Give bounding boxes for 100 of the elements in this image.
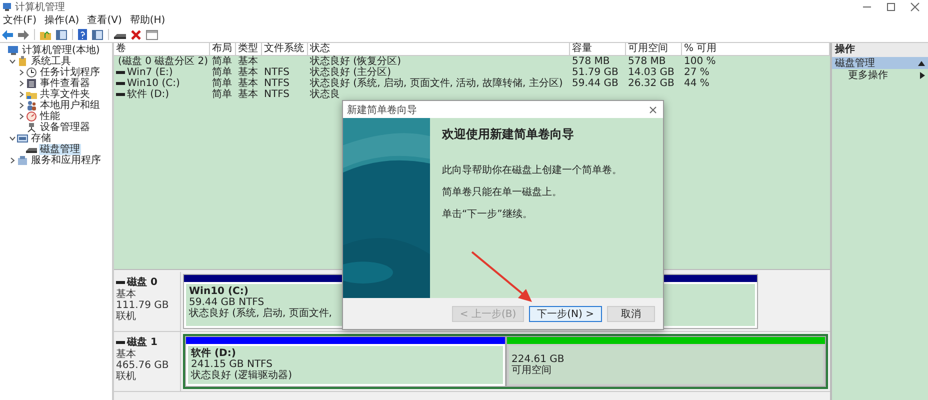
help-icon[interactable] <box>78 29 87 40</box>
table-cell: 软件 (D:) <box>127 89 170 100</box>
table-cell-text: 状态良好 (系统, 启动, 页面文件, 活动, 故障转储, 主分区) <box>309 78 564 89</box>
close-icon[interactable] <box>910 2 920 12</box>
table-cell-text: NTFS <box>263 78 291 89</box>
folder-icon <box>26 89 37 100</box>
tree-item[interactable]: 服务和应用程序 <box>30 155 102 166</box>
tree-item[interactable]: 存储 <box>30 133 52 144</box>
disk-type: 基本 <box>116 349 137 360</box>
table-cell-text: 578 MB <box>571 56 611 67</box>
back-icon[interactable] <box>2 30 13 40</box>
partition-name: 软件 (D:) <box>191 348 236 359</box>
computer-icon <box>2 2 12 12</box>
partition-size: 59.44 GB NTFS <box>189 297 264 308</box>
column-header[interactable]: 容量 <box>570 43 626 56</box>
window-icon[interactable] <box>146 30 158 40</box>
partition-status: 状态良好 (逻辑驱动器) <box>191 370 292 381</box>
partition-block[interactable]: 224.61 GB 可用空间 <box>506 336 826 387</box>
actions-title: 操作 <box>832 43 928 57</box>
table-cell-text: 基本 <box>237 67 259 78</box>
partition-block[interactable]: 软件 (D:) 241.15 GB NTFS 状态良好 (逻辑驱动器) <box>185 336 506 387</box>
menu-item[interactable]: 文件(F) <box>3 14 37 27</box>
disk-size: 465.76 GB <box>116 360 170 371</box>
disk-type: 基本 <box>116 289 137 300</box>
table-cell-text: 状态良 <box>309 89 341 100</box>
device-icon <box>26 122 37 133</box>
column-header[interactable]: % 可用 <box>682 43 830 56</box>
table-cell-text: NTFS <box>263 89 291 100</box>
table-cell-text: 44 % <box>683 78 710 89</box>
wizard-heading: 欢迎使用新建简单卷向导 <box>442 126 575 143</box>
window-title: 计算机管理 <box>15 0 65 14</box>
partition-status: 可用空间 <box>512 365 552 376</box>
wizard-button[interactable]: 下一步(N) > <box>529 306 602 322</box>
tree-item[interactable]: 系统工具 <box>30 56 72 67</box>
collapse-arrow-icon[interactable] <box>918 60 925 66</box>
partition-size: 241.15 GB NTFS <box>191 359 272 370</box>
panel-icon[interactable] <box>92 30 103 40</box>
table-cell-text: 简单 <box>211 78 233 89</box>
pointer-arrow <box>470 250 534 304</box>
tools-icon <box>17 56 28 67</box>
column-header[interactable]: 卷 <box>114 43 210 56</box>
submenu-arrow-icon <box>920 72 925 78</box>
table-cell-text: 100 % <box>683 56 717 67</box>
partition-name: Win10 (C:) <box>189 286 248 297</box>
wizard-text: 简单卷只能在单一磁盘上。 <box>442 186 563 199</box>
table-cell-text: 状态良好 (主分区) <box>309 67 391 78</box>
column-header[interactable]: 文件系统 <box>262 43 308 56</box>
menu-item[interactable]: 查看(V) <box>87 14 122 27</box>
disk-status: 联机 <box>116 311 137 322</box>
tree-item[interactable]: 性能 <box>39 111 61 122</box>
tree-item[interactable]: 共享文件夹 <box>39 89 91 100</box>
table-cell-text: 59.44 GB <box>571 78 620 89</box>
panel-icon[interactable] <box>56 30 67 40</box>
dialog-title: 新建简单卷向导 <box>347 104 417 116</box>
storage-icon <box>17 133 28 144</box>
partition-status: 状态良好 (系统, 启动, 页面文件, <box>189 308 332 319</box>
disk-size: 111.79 GB <box>116 300 170 311</box>
partition-size: 224.61 GB <box>512 354 564 365</box>
tree-item[interactable]: 任务计划程序 <box>39 67 101 78</box>
table-cell: (磁盘 0 磁盘分区 2) <box>118 56 208 67</box>
table-cell-text: NTFS <box>263 67 291 78</box>
action-item[interactable]: 磁盘管理 <box>832 57 928 69</box>
table-cell-text: 基本 <box>237 78 259 89</box>
tree-item[interactable]: 计算机管理(本地) <box>21 45 101 56</box>
column-header[interactable]: 类型 <box>236 43 262 56</box>
wizard-button[interactable]: 取消 <box>607 306 655 322</box>
wizard-text: 此向导帮助你在磁盘上创建一个简单卷。 <box>442 164 623 177</box>
forward-icon[interactable] <box>18 30 29 40</box>
table-cell-text: 14.03 GB <box>627 67 676 78</box>
maximize-icon[interactable] <box>886 2 896 12</box>
tree-item[interactable]: 设备管理器 <box>39 122 91 133</box>
column-header[interactable]: 布局 <box>210 43 236 56</box>
column-header[interactable]: 状态 <box>308 43 570 56</box>
table-cell-text: 简单 <box>211 67 233 78</box>
table-cell-text: 51.79 GB <box>571 67 620 78</box>
column-header[interactable]: 可用空间 <box>626 43 682 56</box>
table-cell-text: 26.32 GB <box>627 78 676 89</box>
table-cell-text: 27 % <box>683 67 710 78</box>
table-cell: Win10 (C:) <box>127 78 180 89</box>
menu-item[interactable]: 帮助(H) <box>130 14 166 27</box>
table-cell-text: 基本 <box>237 89 259 100</box>
tree-item[interactable]: 本地用户和组 <box>39 100 101 111</box>
disk-name: 磁盘 1 <box>127 336 158 348</box>
table-cell-text: 状态良好 (恢复分区) <box>309 56 402 67</box>
action-label: 更多操作 <box>848 69 888 82</box>
disk-status: 联机 <box>116 371 137 382</box>
users-icon <box>26 100 37 111</box>
log-icon <box>26 78 37 89</box>
folder-icon[interactable] <box>40 30 51 40</box>
delete-icon[interactable] <box>131 30 141 40</box>
menu-item[interactable]: 操作(A) <box>44 14 80 27</box>
perf-icon <box>26 111 37 122</box>
clock-icon <box>26 67 37 78</box>
wizard-text: 单击“下一步”继续。 <box>442 208 534 221</box>
action-item[interactable]: 更多操作 <box>832 69 928 81</box>
tree-item[interactable]: 磁盘管理 <box>39 144 81 155</box>
disk-name: 磁盘 0 <box>127 276 158 288</box>
table-cell: Win7 (E:) <box>127 67 173 78</box>
tree-item[interactable]: 事件查看器 <box>39 78 91 89</box>
close-icon[interactable] <box>649 106 657 114</box>
